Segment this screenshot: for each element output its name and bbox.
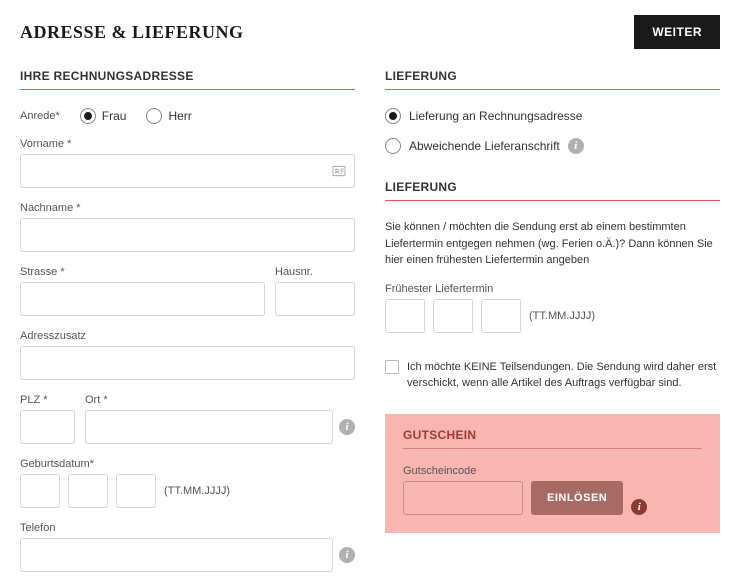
dob-day-input[interactable] [20, 474, 60, 508]
no-partial-checkbox[interactable] [385, 360, 399, 374]
city-label: Ort * [85, 394, 355, 406]
salutation-label: Anrede* [20, 110, 60, 122]
radio-checked-icon [80, 108, 96, 124]
dob-year-input[interactable] [116, 474, 156, 508]
redeem-button[interactable]: EINLÖSEN [531, 481, 623, 515]
lastname-label: Nachname * [20, 202, 355, 214]
shipping-section-title: LIEFERUNG [385, 69, 720, 90]
coupon-section-title: GUTSCHEIN [403, 428, 702, 449]
earliest-year-input[interactable] [481, 299, 521, 333]
ship-to-alt-label: Abweichende Lieferanschrift [409, 139, 560, 153]
earliest-day-input[interactable] [385, 299, 425, 333]
coupon-panel: GUTSCHEIN Gutscheincode EINLÖSEN i [385, 414, 720, 533]
salutation-herr-label: Herr [168, 109, 191, 123]
delivery-date-section-title: LIEFERUNG [385, 180, 720, 201]
info-icon[interactable]: i [339, 419, 355, 435]
city-input[interactable] [85, 410, 333, 444]
phone-label: Telefon [20, 522, 355, 534]
continue-button[interactable]: WEITER [634, 15, 720, 49]
coupon-code-input[interactable] [403, 481, 523, 515]
dob-format-hint: (TT.MM.JJJJ) [164, 485, 230, 497]
billing-section-title: IHRE RECHNUNGSADRESSE [20, 69, 355, 90]
dob-month-input[interactable] [68, 474, 108, 508]
ship-to-billing-label: Lieferung an Rechnungsadresse [409, 109, 582, 123]
earliest-date-label: Frühester Liefertermin [385, 283, 720, 295]
no-partial-label: Ich möchte KEINE Teilsendungen. Die Send… [407, 359, 720, 392]
phone-input[interactable] [20, 538, 333, 572]
info-icon[interactable]: i [339, 547, 355, 563]
info-icon[interactable]: i [568, 138, 584, 154]
radio-checked-icon [385, 108, 401, 124]
earliest-format-hint: (TT.MM.JJJJ) [529, 310, 595, 322]
dob-label: Geburtsdatum* [20, 458, 355, 470]
info-icon[interactable]: i [631, 499, 647, 515]
addon-label: Adresszusatz [20, 330, 355, 342]
ship-to-alt[interactable]: Abweichende Lieferanschrift i [385, 138, 720, 154]
earliest-month-input[interactable] [433, 299, 473, 333]
page-title: ADRESSE & LIEFERUNG [20, 22, 244, 43]
lastname-input[interactable] [20, 218, 355, 252]
radio-icon [385, 138, 401, 154]
houseno-label: Hausnr. [275, 266, 355, 278]
salutation-frau-label: Frau [102, 109, 127, 123]
firstname-input[interactable] [20, 154, 355, 188]
addon-input[interactable] [20, 346, 355, 380]
salutation-herr[interactable]: Herr [146, 108, 191, 124]
houseno-input[interactable] [275, 282, 355, 316]
coupon-code-label: Gutscheincode [403, 465, 702, 477]
radio-icon [146, 108, 162, 124]
salutation-group: Anrede* Frau Herr [20, 108, 355, 124]
zip-input[interactable] [20, 410, 75, 444]
salutation-frau[interactable]: Frau [80, 108, 127, 124]
street-input[interactable] [20, 282, 265, 316]
firstname-label: Vorname * [20, 138, 355, 150]
street-label: Strasse * [20, 266, 265, 278]
ship-to-billing[interactable]: Lieferung an Rechnungsadresse [385, 108, 720, 124]
delivery-date-hint: Sie können / möchten die Sendung erst ab… [385, 219, 720, 269]
zip-label: PLZ * [20, 394, 75, 406]
